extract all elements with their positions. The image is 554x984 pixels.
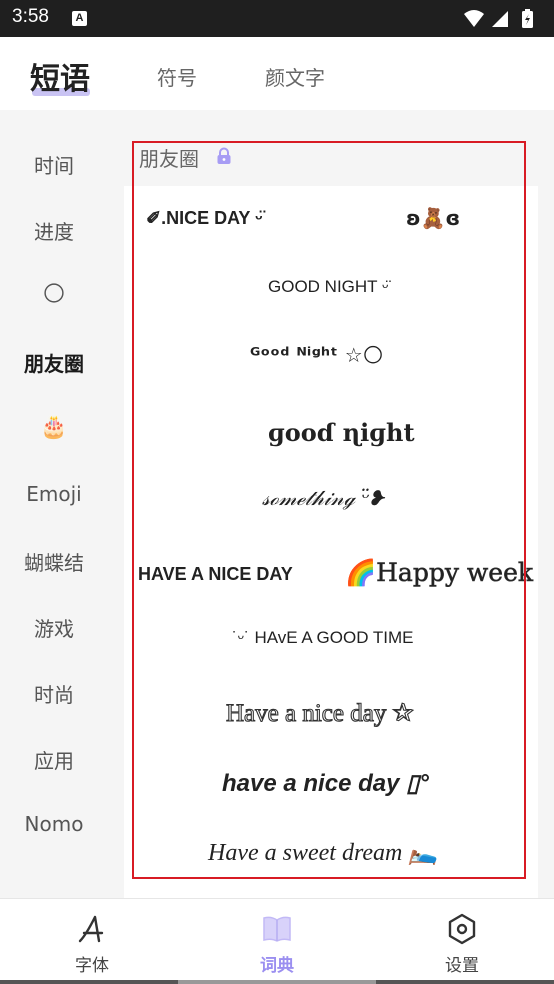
sidebar-item-progress[interactable]: 进度 xyxy=(0,216,108,245)
bottom-nav: 字体 词典 设置 xyxy=(0,898,554,984)
sidebar-item-moon[interactable]: 🌕 xyxy=(0,282,108,307)
battery-icon xyxy=(522,9,533,28)
tab-phrases[interactable]: 短语 xyxy=(30,54,90,98)
wifi-icon xyxy=(464,10,484,27)
font-icon xyxy=(78,915,104,943)
phrase-item[interactable]: Have a sweet dream 🛌 xyxy=(208,838,438,867)
tab-label: 符号 xyxy=(157,66,197,90)
nav-fonts[interactable]: 字体 xyxy=(27,899,157,984)
book-icon xyxy=(263,916,291,942)
status-icons xyxy=(464,9,533,28)
nav-settings[interactable]: 设置 xyxy=(397,899,527,984)
phrase-item[interactable]: GOOD NIGHT ᵕ̈ xyxy=(268,277,388,297)
nav-dictionary[interactable]: 词典 xyxy=(212,899,342,984)
tab-label: 颜文字 xyxy=(265,66,325,90)
home-indicator-pill xyxy=(178,980,376,984)
phrase-item[interactable]: ˙ᵕ˙ HAvE A GOOD TIME xyxy=(232,628,414,648)
sidebar-item-apps[interactable]: 应用 xyxy=(0,745,108,774)
settings-icon xyxy=(448,913,476,945)
nav-label: 字体 xyxy=(75,956,109,976)
phrase-item[interactable]: ✐.NICE DAY ᵕ̈ xyxy=(146,208,263,229)
nav-label: 设置 xyxy=(445,956,479,976)
sidebar-item-emoji[interactable]: Emoji xyxy=(0,482,108,506)
tab-kaomoji[interactable]: 颜文字 xyxy=(265,62,325,91)
notification-app-icon: A xyxy=(72,11,87,26)
phrase-item[interactable]: have a nice day ▯° xyxy=(222,769,429,798)
sidebar-item-bow[interactable]: 蝴蝶结 xyxy=(0,547,108,576)
category-sidebar: 时间 进度 🌕 朋友圈 🎂 Emoji 蝴蝶结 游戏 时尚 应用 Nomo xyxy=(0,110,108,898)
phrase-item[interactable]: HAVE A NICE DAY xyxy=(138,564,293,585)
phrase-content: 朋友圈 ✐.NICE DAY ᵕ̈ ʚ🧸ɞ GOOD NIGHT ᵕ̈ ᴳᵒᵒᵈ… xyxy=(124,110,538,898)
phrase-item[interactable]: ʚ🧸ɞ xyxy=(406,206,460,230)
phrase-item[interactable]: ɡooɗ ɳiɡht xyxy=(268,418,415,447)
status-time: 3:58 xyxy=(12,6,49,27)
status-bar: 3:58 A xyxy=(0,0,554,37)
home-indicator[interactable] xyxy=(0,980,554,984)
signal-icon xyxy=(492,11,508,27)
phrase-item[interactable]: ᴳᵒᵒᵈ ᴺⁱᵍʰᵗ ☆🌕 xyxy=(250,343,384,367)
tab-label: 短语 xyxy=(30,62,90,97)
sidebar-item-nomo[interactable]: Nomo xyxy=(0,812,108,836)
nav-label: 词典 xyxy=(260,956,294,976)
phrase-item[interactable]: Have a nice day ✰ xyxy=(225,698,414,728)
top-tab-bar: 短语 符号 颜文字 xyxy=(0,37,554,110)
sidebar-item-cake[interactable]: 🎂 xyxy=(0,415,108,440)
tab-symbols[interactable]: 符号 xyxy=(157,62,197,91)
lock-icon xyxy=(217,147,231,164)
sidebar-item-game[interactable]: 游戏 xyxy=(0,613,108,642)
sidebar-item-fashion[interactable]: 时尚 xyxy=(0,679,108,708)
sidebar-item-moments[interactable]: 朋友圈 xyxy=(0,348,108,377)
phrase-item[interactable]: 🌈Happy week xyxy=(345,558,534,588)
phrase-item[interactable]: 𝓈ℴ𝓂ℯ𝓉𝒽𝒾𝓃ℊ ᵕ̈❥ xyxy=(262,486,384,511)
section-title: 朋友圈 xyxy=(139,147,199,171)
sidebar-item-time[interactable]: 时间 xyxy=(0,150,108,179)
